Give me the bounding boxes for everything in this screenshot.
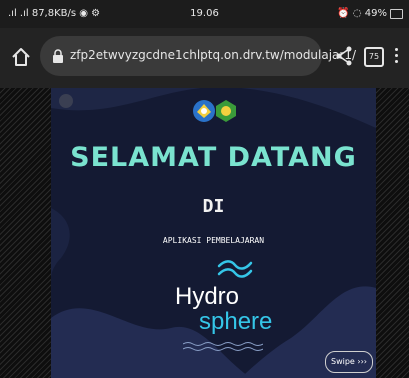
brand-hydro: Hydro (175, 283, 240, 310)
share-icon[interactable] (334, 45, 354, 67)
tab-switcher-button[interactable]: 75 (364, 47, 384, 67)
more-menu-icon[interactable] (394, 46, 398, 66)
welcome-card: SELAMAT DATANG DI APLIKASI PEMBELAJARAN … (51, 88, 376, 378)
home-shortcut-icon[interactable] (59, 94, 73, 108)
welcome-subheading: DI (202, 196, 225, 217)
address-bar[interactable]: zfp2etwvyzgcdne1chlptq.on.drv.tw/modulaj… (40, 36, 356, 76)
page-viewport: SELAMAT DATANG DI APLIKASI PEMBELAJARAN … (0, 88, 409, 378)
app-label: APLIKASI PEMBELAJARAN (162, 236, 265, 245)
brand-sphere: sphere (199, 308, 273, 335)
status-bar: .ıl .ıl 87,8KB/s ◉ ⚙ 19.06 ⏰ ◌ 49% (0, 0, 409, 28)
swipe-button[interactable]: Swipe ››› (325, 351, 373, 373)
welcome-heading: SELAMAT DATANG (70, 142, 357, 173)
status-bar-indicators: ⏰ ◌ 49% (337, 8, 387, 19)
wave-underline-icon (183, 342, 263, 351)
right-margin-pattern (376, 88, 409, 378)
wave-logo-icon (217, 260, 253, 278)
lock-icon (53, 49, 63, 63)
left-margin-pattern (0, 88, 51, 378)
browser-toolbar: zfp2etwvyzgcdne1chlptq.on.drv.tw/modulaj… (0, 28, 409, 88)
logos (193, 100, 236, 122)
battery-icon (390, 9, 403, 19)
kemendikbud-logo-icon (193, 100, 215, 122)
kemenag-logo-icon (216, 100, 236, 122)
home-icon[interactable] (10, 46, 32, 68)
url-text[interactable]: zfp2etwvyzgcdne1chlptq.on.drv.tw/modulaj… (70, 48, 356, 62)
